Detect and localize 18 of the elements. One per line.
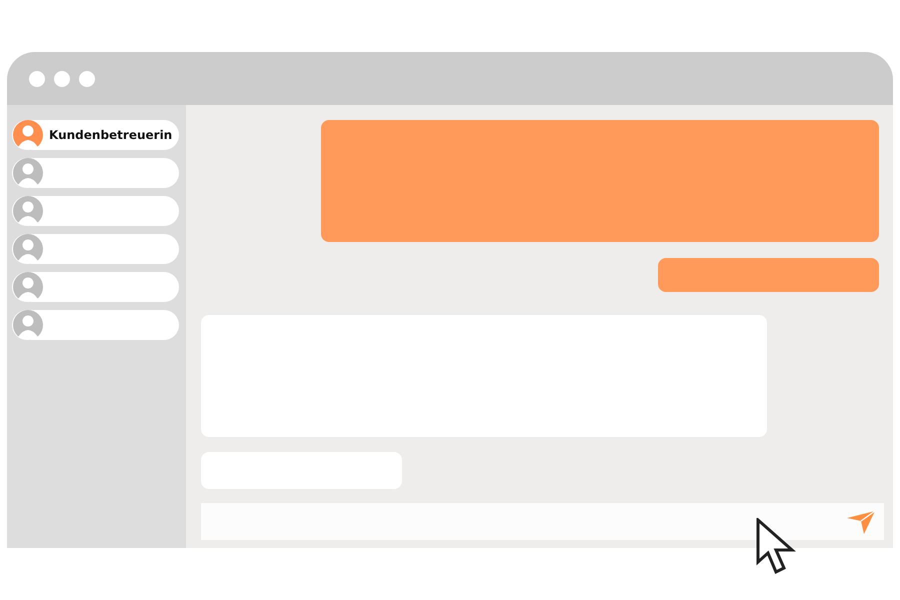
send-icon[interactable] xyxy=(846,508,876,534)
contact-item[interactable] xyxy=(12,158,179,188)
window-dot[interactable] xyxy=(54,70,70,86)
avatar-icon xyxy=(13,272,43,302)
avatar-icon xyxy=(13,234,43,264)
message-field[interactable] xyxy=(201,503,884,540)
window-dot[interactable] xyxy=(79,70,95,86)
avatar-icon xyxy=(13,158,43,188)
contact-item[interactable] xyxy=(12,196,179,226)
contact-item[interactable] xyxy=(12,310,179,340)
avatar-icon xyxy=(13,196,43,226)
contact-item[interactable] xyxy=(12,272,179,302)
contact-name: Kundenbetreuerin xyxy=(49,128,172,142)
contact-item[interactable] xyxy=(12,234,179,264)
avatar-icon xyxy=(13,310,43,340)
window-dot[interactable] xyxy=(29,70,45,86)
contact-item[interactable]: Kundenbetreuerin xyxy=(12,120,179,150)
avatar-icon xyxy=(13,120,43,150)
